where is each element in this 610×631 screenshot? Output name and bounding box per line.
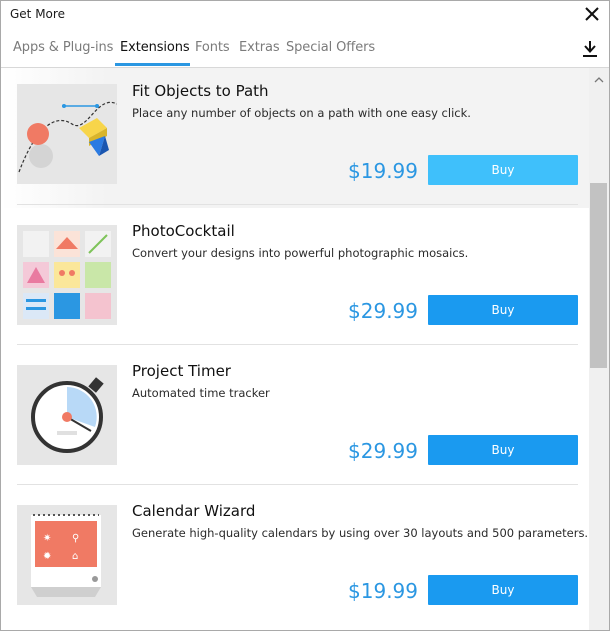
divider: [17, 344, 578, 345]
divider: [17, 484, 578, 485]
calendar-wizard-thumbnail: ✷ ⚲ ✹ ⌂: [17, 505, 117, 605]
chevron-up-icon[interactable]: [593, 74, 605, 86]
list-item[interactable]: ✷ ⚲ ✹ ⌂ Calendar Wizard Generate high-qu…: [1, 488, 589, 628]
svg-text:✹: ✹: [43, 551, 51, 562]
close-icon: [585, 7, 599, 21]
scrollbar-thumb[interactable]: [590, 183, 607, 368]
window-title: Get More: [10, 7, 65, 21]
title-bar: Get More: [1, 1, 609, 29]
close-button[interactable]: [583, 5, 601, 23]
download-icon: [583, 41, 597, 57]
tab-extensions[interactable]: Extensions: [120, 40, 190, 55]
buy-button[interactable]: Buy: [428, 575, 578, 605]
tab-fonts[interactable]: Fonts: [195, 40, 230, 55]
item-title: Fit Objects to Path: [132, 82, 269, 100]
item-description: Place any number of objects on a path wi…: [132, 106, 471, 120]
item-description: Automated time tracker: [132, 386, 270, 400]
item-title: PhotoCocktail: [132, 222, 235, 240]
download-button[interactable]: [581, 40, 599, 58]
svg-text:⚲: ⚲: [72, 533, 79, 544]
photococktail-thumbnail: [17, 225, 117, 325]
list-item[interactable]: PhotoCocktail Convert your designs into …: [1, 208, 589, 348]
buy-button[interactable]: Buy: [428, 295, 578, 325]
item-description: Generate high-quality calendars by using…: [132, 526, 589, 540]
active-tab-indicator: [115, 63, 190, 66]
project-timer-thumbnail: [17, 365, 117, 465]
buy-button[interactable]: Buy: [428, 155, 578, 185]
list-item[interactable]: Fit Objects to Path Place any number of …: [1, 68, 589, 208]
item-description: Convert your designs into powerful photo…: [132, 246, 469, 260]
category-tabs: Apps & Plug-ins Extensions Fonts Extras …: [1, 29, 609, 68]
get-more-window: Get More Apps & Plug-ins Extensions Font…: [0, 0, 610, 631]
divider: [17, 204, 578, 205]
list-item[interactable]: Project Timer Automated time tracker $29…: [1, 348, 589, 488]
item-price: $29.99: [348, 299, 418, 323]
tab-special-offers[interactable]: Special Offers: [286, 40, 375, 55]
extensions-list: Fit Objects to Path Place any number of …: [1, 68, 589, 630]
item-title: Project Timer: [132, 362, 231, 380]
tab-apps-plugins[interactable]: Apps & Plug-ins: [13, 40, 113, 55]
buy-button[interactable]: Buy: [428, 435, 578, 465]
item-price: $29.99: [348, 439, 418, 463]
tab-extras[interactable]: Extras: [239, 40, 280, 55]
item-price: $19.99: [348, 579, 418, 603]
svg-text:⌂: ⌂: [72, 551, 78, 562]
item-title: Calendar Wizard: [132, 502, 256, 520]
item-price: $19.99: [348, 159, 418, 183]
fit-objects-thumbnail: [17, 84, 117, 184]
vertical-scrollbar[interactable]: [589, 68, 609, 630]
svg-text:✷: ✷: [43, 533, 51, 544]
